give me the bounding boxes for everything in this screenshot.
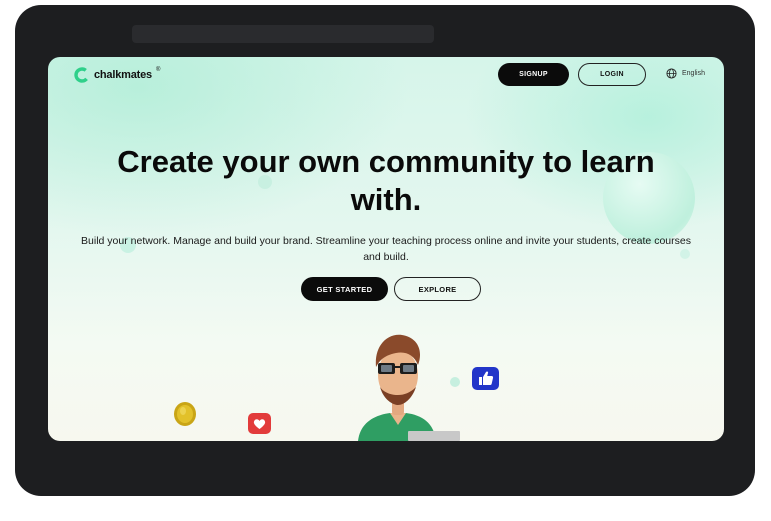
webpage: chalkmates ® SIGNUP LOGIN English Create… (48, 57, 724, 441)
registered-mark: ® (155, 67, 161, 73)
language-selector[interactable]: English (666, 68, 705, 79)
brand-name: chalkmates (94, 69, 152, 81)
hero-subtitle: Build your network. Manage and build you… (81, 235, 691, 263)
thumbs-up-icon (472, 367, 499, 390)
brand-logo[interactable]: chalkmates ® (74, 67, 160, 83)
avatar-illustration (358, 334, 460, 441)
explore-button[interactable]: EXPLORE (394, 277, 481, 301)
login-button[interactable]: LOGIN (578, 63, 646, 86)
coin-icon (174, 402, 196, 426)
language-label: English (682, 70, 705, 77)
get-started-button[interactable]: GET STARTED (301, 277, 388, 301)
signup-button[interactable]: SIGNUP (498, 63, 569, 86)
globe-icon (666, 68, 677, 79)
address-bar[interactable] (132, 25, 434, 43)
heart-icon (248, 413, 271, 434)
hero-title: Create your own community to learn with. (117, 144, 655, 217)
chalkmates-logo-icon (74, 67, 90, 83)
